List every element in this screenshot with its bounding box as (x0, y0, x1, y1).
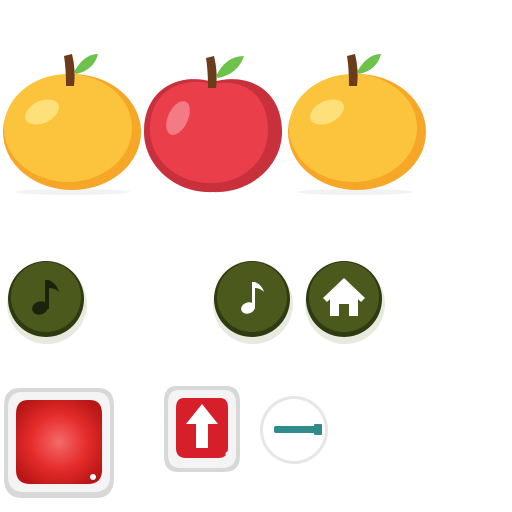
music-button[interactable] (211, 258, 295, 346)
sprite-sheet (0, 0, 512, 512)
orange-icon (288, 54, 426, 195)
home-button[interactable] (303, 258, 387, 346)
apple-icon (144, 56, 282, 193)
minus-button[interactable] (256, 392, 328, 468)
music-button-dark[interactable] (5, 258, 89, 346)
red-square-button[interactable] (0, 382, 118, 502)
upload-button[interactable] (160, 382, 244, 476)
orange-icon (3, 54, 141, 195)
